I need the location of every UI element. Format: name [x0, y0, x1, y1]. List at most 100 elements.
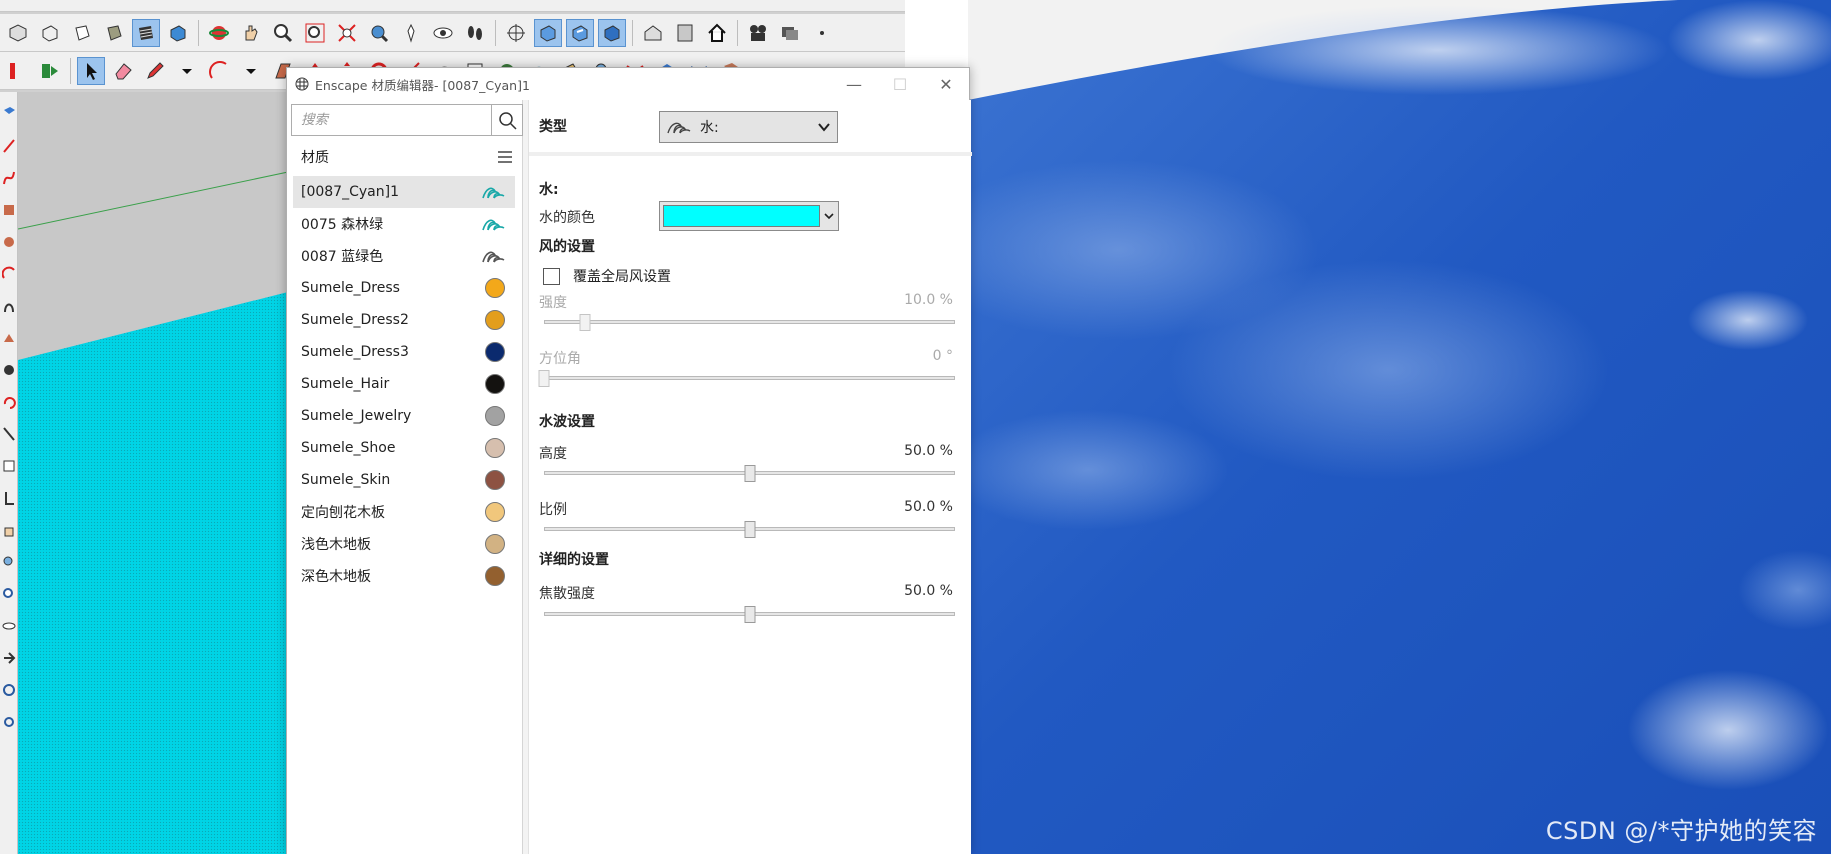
freehand-icon[interactable]	[2, 168, 16, 188]
material-list-item[interactable]: 0087 蓝绿色	[293, 240, 515, 272]
slider-thumb[interactable]	[744, 521, 755, 538]
hidden-line-icon[interactable]	[68, 19, 96, 47]
material-editor-window: Enscape 材质编辑器- [0087_Cyan]1 — ☐ ✕ 材质 [00…	[286, 67, 972, 854]
material-list-item[interactable]: Sumele_Dress2	[293, 304, 515, 336]
rotate-icon[interactable]	[2, 392, 16, 412]
title-bar[interactable]: Enscape 材质编辑器- [0087_Cyan]1 — ☐ ✕	[287, 68, 969, 100]
minimize-button[interactable]: —	[831, 68, 877, 100]
water-color-picker[interactable]	[659, 201, 839, 231]
material-list-item[interactable]: 定向刨花木板	[293, 496, 515, 528]
material-list-item[interactable]: 深色木地板	[293, 560, 515, 592]
hamburger-menu-icon[interactable]	[497, 150, 513, 164]
slider-thumb[interactable]	[744, 465, 755, 482]
iso-view-icon[interactable]	[4, 19, 32, 47]
shaded-icon[interactable]	[100, 19, 128, 47]
arc-icon[interactable]	[1, 264, 16, 284]
enscape-views-icon[interactable]	[776, 19, 804, 47]
zoom-extents-icon[interactable]	[333, 19, 361, 47]
scenes-icon[interactable]	[36, 57, 64, 85]
settings-icon[interactable]	[2, 712, 16, 732]
line-icon[interactable]	[2, 136, 16, 156]
components-icon[interactable]	[2, 104, 16, 124]
polygon-icon[interactable]	[2, 296, 16, 316]
wind-section-title: 风的设置	[539, 239, 595, 255]
measure-icon[interactable]	[2, 488, 16, 508]
look-around-icon[interactable]	[2, 616, 16, 636]
material-name: Sumele_Dress3	[301, 344, 409, 360]
zoom-window-icon[interactable]	[301, 19, 329, 47]
warehouse-icon[interactable]	[639, 19, 667, 47]
rectangle-icon[interactable]	[2, 200, 16, 220]
select-tool-icon[interactable]	[77, 56, 105, 85]
color-dropdown-button[interactable]	[820, 202, 838, 230]
caustics-strength-slider[interactable]	[544, 605, 955, 623]
material-list-item[interactable]: Sumele_Dress	[293, 272, 515, 304]
look-around-icon[interactable]	[429, 19, 457, 47]
material-list-item[interactable]: 0075 森林绿	[293, 208, 515, 240]
walk-icon[interactable]	[2, 680, 16, 700]
display-section-fill-icon[interactable]	[598, 18, 626, 47]
wind-azimuth-slider[interactable]	[538, 369, 955, 387]
material-list-item[interactable]: Sumele_Skin	[293, 464, 515, 496]
pencil-icon[interactable]	[141, 57, 169, 85]
water-color-swatch[interactable]	[663, 205, 820, 227]
dropdown-arrow-icon[interactable]	[173, 57, 201, 85]
override-wind-label: 覆盖全局风设置	[573, 269, 671, 285]
display-section-planes-icon[interactable]	[534, 18, 562, 47]
maximize-button[interactable]: ☐	[877, 68, 923, 100]
search-input[interactable]	[292, 105, 491, 135]
type-dropdown[interactable]: 水:	[659, 111, 838, 143]
pan-icon[interactable]	[237, 19, 265, 47]
window-title: Enscape 材质编辑器- [0087_Cyan]1	[315, 77, 530, 93]
position-camera-icon[interactable]	[397, 19, 425, 47]
slider-thumb[interactable]	[744, 606, 755, 623]
material-list-item[interactable]: 浅色木地板	[293, 528, 515, 560]
enscape-render-view[interactable]: CSDN @/*守护她的笑容	[968, 0, 1831, 854]
material-list-item[interactable]: Sumele_Shoe	[293, 432, 515, 464]
home-icon[interactable]	[703, 19, 731, 47]
section-icon[interactable]	[2, 648, 16, 668]
material-list-item[interactable]: Sumele_Jewelry	[293, 400, 515, 432]
textured-icon[interactable]	[132, 18, 160, 47]
type-row: 类型 水:	[529, 100, 972, 156]
wave-height-slider[interactable]	[544, 464, 955, 482]
material-list-item[interactable]: [0087_Cyan]1	[293, 176, 515, 208]
previous-view-icon[interactable]	[365, 19, 393, 47]
override-wind-checkbox[interactable]	[543, 267, 560, 285]
close-button[interactable]: ✕	[923, 68, 969, 100]
push-pull-icon[interactable]	[2, 328, 16, 348]
wave-scale-slider[interactable]	[544, 520, 955, 538]
arc-tool-icon[interactable]	[205, 57, 233, 85]
material-color-swatch	[485, 566, 505, 586]
section-plane-icon[interactable]	[502, 19, 530, 47]
pan-icon[interactable]	[2, 520, 16, 540]
tape-icon[interactable]	[2, 424, 16, 444]
enscape-video-icon[interactable]	[744, 19, 772, 47]
large-tool-set-icon[interactable]	[4, 57, 32, 85]
more-icon[interactable]	[808, 19, 836, 47]
wave-height-value: 50.0 %	[904, 443, 953, 459]
wireframe-icon[interactable]	[36, 19, 64, 47]
wind-strength-slider[interactable]	[544, 313, 955, 331]
material-list-item[interactable]: Sumele_Dress3	[293, 336, 515, 368]
zoom-window-icon[interactable]	[2, 584, 16, 604]
follow-me-icon[interactable]	[2, 360, 16, 380]
slider-thumb[interactable]	[579, 314, 591, 331]
slider-thumb[interactable]	[538, 370, 550, 387]
override-wind-checkbox-row[interactable]: 覆盖全局风设置	[543, 266, 671, 286]
walk-icon[interactable]	[461, 19, 489, 47]
material-name: 0075 森林绿	[301, 217, 384, 233]
display-section-cuts-icon[interactable]	[566, 18, 594, 47]
eraser-icon[interactable]	[109, 57, 137, 85]
dropdown-arrow-icon[interactable]	[237, 57, 265, 85]
circle-icon[interactable]	[2, 232, 16, 252]
material-list-item[interactable]: Sumele_Hair	[293, 368, 515, 400]
text-icon[interactable]	[2, 456, 16, 476]
search-button[interactable]	[491, 105, 522, 135]
zoom-icon[interactable]	[2, 552, 16, 572]
monochrome-icon[interactable]	[164, 19, 192, 47]
orbit-icon[interactable]	[205, 19, 233, 47]
toolbar-row-top	[0, 0, 905, 12]
zoom-icon[interactable]	[269, 19, 297, 47]
extension-warehouse-icon[interactable]	[671, 19, 699, 47]
